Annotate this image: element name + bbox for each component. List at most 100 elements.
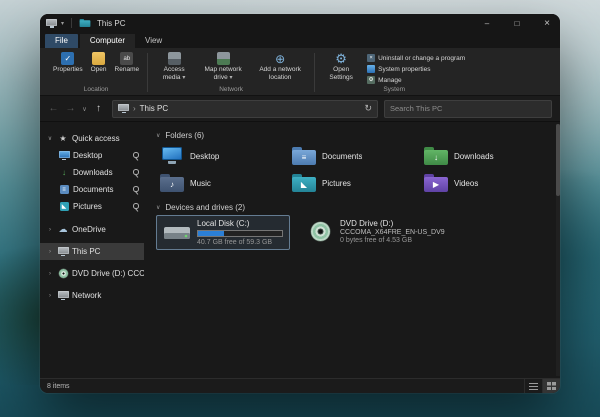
folder-tile-documents[interactable]: ≡ Documents (288, 144, 416, 168)
chevron-down-icon[interactable]: ∨ (46, 135, 54, 142)
devices-section-header[interactable]: ∨ Devices and drives (2) (156, 203, 548, 212)
tab-view[interactable]: View (135, 34, 172, 48)
sidebar-item-documents[interactable]: ≡ Documents (40, 181, 144, 198)
onedrive-cloud-icon: ☁ (57, 224, 69, 235)
sidebar-item-pictures[interactable]: ◣ Pictures (40, 198, 144, 215)
drive-free-space: 40.7 GB free of 59.3 GB (197, 239, 283, 246)
dropdown-icon: ▾ (230, 75, 233, 81)
sidebar-label: Network (72, 291, 144, 300)
sidebar-item-dvd-drive[interactable]: › DVD Drive (D:) CCCO (40, 265, 144, 282)
sidebar-item-quick-access[interactable]: ∨ ★ Quick access (40, 130, 144, 147)
manage-button[interactable]: ⚙ Manage (364, 75, 468, 85)
vertical-scrollbar[interactable] (556, 124, 560, 376)
sidebar-label: Documents (73, 185, 128, 194)
devices-row: Local Disk (C:) 40.7 GB free of 59.3 GB … (156, 215, 548, 250)
system-properties-button[interactable]: System properties (364, 64, 468, 74)
videos-folder-icon: ▶ (424, 174, 448, 192)
folder-tile-desktop[interactable]: Desktop (156, 144, 284, 168)
ribbon-separator (314, 53, 315, 92)
chevron-right-icon[interactable]: › (46, 227, 54, 233)
large-icons-view-button[interactable] (542, 379, 560, 394)
group-label-system: System (383, 85, 405, 95)
add-network-icon: ⊕ (274, 52, 287, 65)
search-input[interactable] (390, 104, 546, 113)
properties-button[interactable]: ✓ Properties (50, 50, 86, 76)
pin-icon (131, 168, 139, 177)
drive-volume-label: CCCOMA_X64FRE_EN-US_DV9 (340, 229, 445, 236)
open-settings-button[interactable]: ⚙ Open Settings (320, 50, 362, 84)
drive-name: Local Disk (C:) (197, 219, 283, 228)
recent-locations-chevron-icon[interactable]: ∨ (80, 105, 89, 113)
drive-name: DVD Drive (D:) (340, 219, 445, 228)
breadcrumb-chevron-icon[interactable]: › (133, 104, 136, 113)
sidebar-label: This PC (72, 247, 144, 256)
folders-section-header[interactable]: ∨ Folders (6) (156, 131, 548, 140)
rename-icon: ab (120, 52, 133, 65)
add-network-location-button[interactable]: ⊕ Add a network location (251, 50, 309, 84)
sidebar-label: Desktop (73, 151, 128, 160)
drive-free-space: 0 bytes free of 4.53 GB (340, 237, 445, 244)
disk-usage-bar (197, 230, 283, 237)
breadcrumb[interactable]: This PC (140, 104, 168, 113)
explorer-window: ▾ This PC – □ × File Computer View ✓ Pro… (40, 14, 560, 393)
chevron-right-icon[interactable]: › (46, 293, 54, 299)
drive-tile-local-disk[interactable]: Local Disk (C:) 40.7 GB free of 59.3 GB (156, 215, 290, 250)
disk-usage-fill (198, 231, 224, 236)
refresh-icon[interactable]: ↻ (364, 103, 372, 114)
scrollbar-thumb[interactable] (556, 124, 560, 196)
up-button[interactable]: ↑ (91, 103, 106, 114)
back-button[interactable]: ← (46, 103, 61, 114)
rename-label: Rename (115, 66, 140, 74)
folder-tile-pictures[interactable]: ◣ Pictures (288, 171, 416, 195)
quick-access-toolbar-chevron-icon[interactable]: ▾ (61, 20, 64, 27)
sidebar-item-onedrive[interactable]: › ☁ OneDrive (40, 221, 144, 238)
sidebar-item-downloads[interactable]: ↓ Downloads (40, 164, 144, 181)
search-box[interactable] (384, 100, 552, 118)
open-label: Open (91, 66, 107, 74)
folder-tile-music[interactable]: ♪ Music (156, 171, 284, 195)
rename-button[interactable]: ab Rename (112, 50, 143, 76)
sidebar-label: Downloads (73, 168, 128, 177)
open-button[interactable]: Open (88, 50, 110, 76)
map-network-drive-button[interactable]: Map network drive ▾ (197, 50, 249, 84)
status-bar: 8 items (40, 378, 560, 393)
chevron-right-icon[interactable]: › (46, 271, 54, 277)
forward-button[interactable]: → (63, 103, 78, 114)
hard-drive-icon (163, 223, 191, 243)
file-list-panel: ∨ Folders (6) Desktop ≡ Documents ↓ Down… (144, 122, 560, 378)
sidebar-item-this-pc[interactable]: › This PC (40, 243, 144, 260)
uninstall-program-button[interactable]: × Uninstall or change a program (364, 53, 468, 63)
navigation-pane: ∨ ★ Quick access Desktop ↓ Downloads ≡ D… (40, 122, 144, 378)
section-title: Devices and drives (2) (165, 203, 245, 212)
chevron-right-icon[interactable]: › (46, 249, 54, 255)
access-media-button[interactable]: Access media ▾ (153, 50, 195, 84)
titlebar-separator (71, 18, 72, 28)
downloads-icon: ↓ (58, 168, 70, 177)
dvd-disc-icon (59, 269, 68, 278)
ribbon-group-system: ⚙ Open Settings × Uninstall or change a … (316, 50, 472, 95)
sidebar-item-desktop[interactable]: Desktop (40, 147, 144, 164)
tab-computer[interactable]: Computer (80, 34, 135, 48)
ribbon: ✓ Properties Open ab Rename Location (40, 48, 560, 96)
folder-tile-videos[interactable]: ▶ Videos (420, 171, 548, 195)
minimize-button[interactable]: – (474, 14, 500, 32)
address-bar[interactable]: › This PC ↻ (112, 100, 378, 118)
media-drive-icon (168, 52, 181, 65)
tile-label: Downloads (454, 152, 494, 161)
dropdown-icon: ▾ (182, 75, 185, 81)
tab-file[interactable]: File (45, 34, 78, 48)
window-title: This PC (97, 19, 125, 28)
maximize-button[interactable]: □ (504, 14, 530, 32)
map-network-drive-label: Map network drive (205, 66, 242, 81)
ribbon-tab-strip: File Computer View (40, 32, 560, 48)
folder-tile-downloads[interactable]: ↓ Downloads (420, 144, 548, 168)
close-button[interactable]: × (534, 14, 560, 32)
sidebar-label: OneDrive (72, 225, 144, 234)
sidebar-item-network[interactable]: › Network (40, 287, 144, 304)
details-view-button[interactable] (524, 379, 542, 394)
section-title: Folders (6) (165, 131, 204, 140)
settings-gear-icon: ⚙ (335, 52, 348, 65)
tile-label: Pictures (322, 179, 351, 188)
tile-label: Music (190, 179, 211, 188)
drive-tile-dvd[interactable]: DVD Drive (D:) CCCOMA_X64FRE_EN-US_DV9 0… (300, 215, 452, 248)
